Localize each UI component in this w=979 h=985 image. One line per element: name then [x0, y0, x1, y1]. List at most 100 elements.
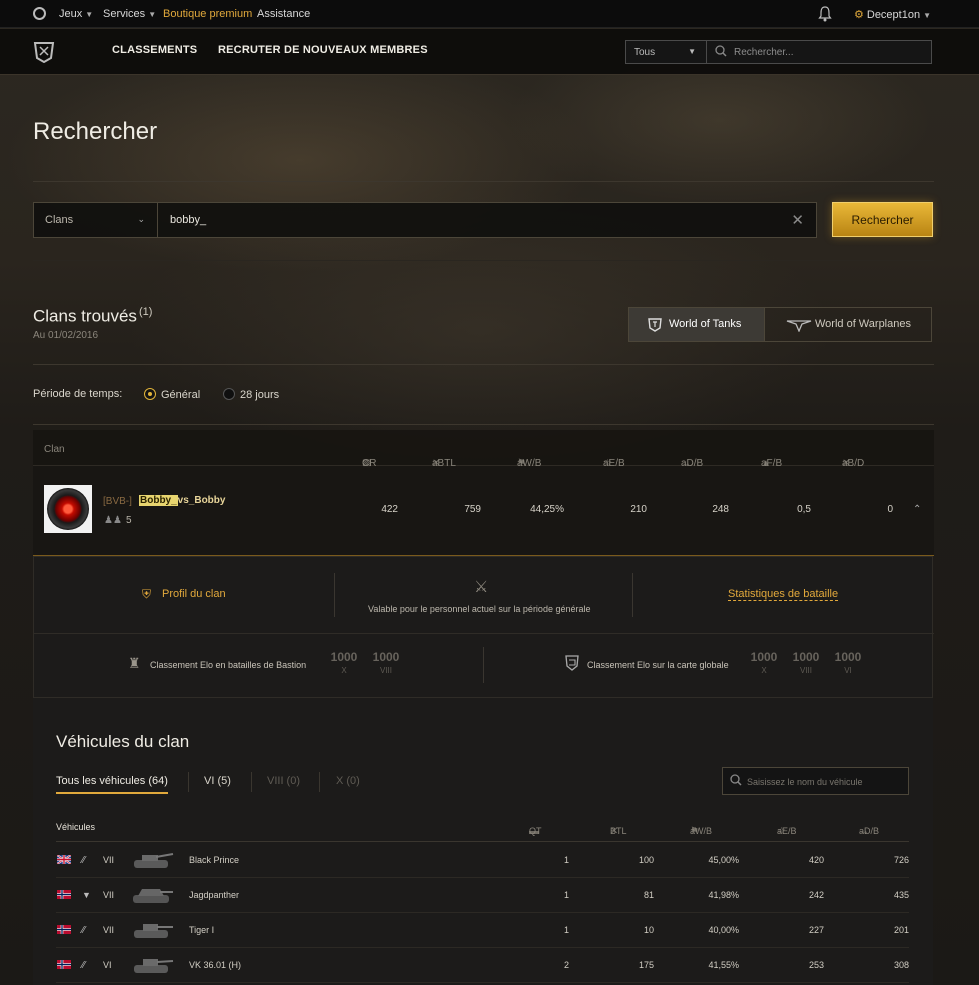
vehicle-tier: VII: [103, 925, 115, 935]
tab-tier-x: X (0): [336, 775, 360, 787]
table-row[interactable]: ⁄⁄ VII Black Prince 1 100 45,00% 420 726: [56, 843, 909, 878]
chevron-down-icon: ▼: [85, 10, 94, 19]
tab-world-of-warplanes-label: World of Warplanes: [815, 318, 911, 330]
tank-image: [134, 924, 173, 938]
divider: [632, 573, 633, 617]
vehicle-tier: VII: [103, 855, 115, 865]
clan-aeb: 210: [630, 504, 647, 515]
vehicle-awb: 41,55%: [708, 960, 739, 970]
table-row[interactable]: ⁄⁄ VII Tiger I 1 10 40,00% 227 201: [56, 913, 909, 948]
vehicle-awb: 40,00%: [708, 925, 739, 935]
elo-tier: VI: [844, 666, 852, 675]
rankings-link[interactable]: CLASSEMENTS: [112, 44, 197, 56]
results-title: Clans trouvés (1): [33, 306, 152, 327]
services-menu[interactable]: Services ▼: [103, 8, 156, 20]
search-button[interactable]: Rechercher: [832, 202, 933, 237]
elo-tier: X: [761, 666, 767, 675]
notification-bell-icon[interactable]: [818, 6, 832, 22]
chevron-down-icon: ▼: [923, 11, 932, 20]
map-elo-x: 1000 X: [747, 650, 781, 675]
vehicle-name: Black Prince: [189, 855, 240, 865]
global-map-elo-label: Classement Elo sur la carte globale: [587, 660, 729, 670]
chevron-down-icon: ▼: [688, 47, 696, 56]
collapse-row-icon[interactable]: ⌃: [913, 504, 921, 515]
tank-image: [133, 889, 173, 903]
vehicle-adb: 201: [893, 925, 909, 935]
elo-value: 1000: [372, 650, 400, 664]
vehicle-aeb: 242: [808, 890, 824, 900]
clan-result-row[interactable]: [BVB-] Bobby_vs_Bobby ♟♟ 5 422 759 44,25%…: [33, 466, 934, 556]
vehicle-btl: 175: [638, 960, 654, 970]
bastion-elo-x: 1000 X: [327, 650, 361, 675]
search-scope-select[interactable]: Tous ▼: [625, 40, 707, 64]
vehicle-awb: 41,98%: [708, 890, 739, 900]
world-of-warplanes-icon: [786, 320, 812, 332]
clan-abtl: 759: [464, 504, 481, 515]
tab-world-of-tanks[interactable]: World of Tanks: [629, 308, 764, 341]
clan-emblem-image: [47, 488, 89, 530]
clan-tag: [BVB-]: [103, 496, 132, 507]
clear-search-icon[interactable]: ✕: [791, 211, 804, 229]
recruit-members-link[interactable]: RECRUTER DE NOUVEAUX MEMBRES: [218, 44, 428, 56]
vehicle-search-input[interactable]: Saisissez le nom du véhicule: [722, 767, 909, 795]
vehicle-btl: 81: [643, 890, 654, 900]
member-count: ♟♟ 5: [104, 515, 132, 526]
col-vehicles[interactable]: Véhicules: [56, 822, 95, 832]
user-menu[interactable]: ⚙ Decept1on ▼: [854, 8, 931, 21]
elo-value: 1000: [330, 650, 358, 664]
global-top-bar: Jeux ▼ Services ▼ Boutique premium Assista…: [0, 0, 979, 28]
table-row[interactable]: ▼ VII Jagdpanther 1 81 41,98% 242 435: [56, 878, 909, 913]
vehicle-search-placeholder: Saisissez le nom du véhicule: [747, 777, 863, 787]
clan-awb: 44,25%: [530, 504, 564, 515]
vehicle-name: Tiger I: [189, 925, 215, 935]
premium-shop-link[interactable]: Boutique premium: [163, 8, 252, 20]
games-menu-label: Jeux: [59, 8, 83, 20]
tab-all-vehicles[interactable]: Tous les véhicules (64): [56, 775, 168, 794]
battle-stats-link[interactable]: Statistiques de bataille: [728, 588, 839, 601]
vehicle-tier: VI: [103, 960, 112, 970]
header-search-input[interactable]: Rechercher...: [706, 40, 932, 64]
clan-name[interactable]: Bobby_vs_Bobby: [139, 495, 225, 506]
clans-portal-emblem-icon[interactable]: [32, 39, 56, 63]
support-link[interactable]: Assistance: [257, 8, 310, 20]
clan-name-rest: vs_Bobby: [177, 495, 226, 506]
col-clan[interactable]: Clan: [44, 444, 65, 455]
elo-tier: VIII: [799, 666, 812, 675]
services-menu-label: Services: [103, 8, 146, 20]
divider: [33, 424, 934, 425]
period-28-days-label[interactable]: 28 jours: [240, 389, 279, 401]
search-scope-value: Tous: [634, 47, 656, 58]
vehicle-aeb: 420: [808, 855, 824, 865]
clan-abd: 0: [887, 504, 893, 515]
clan-afb: 0,5: [797, 504, 811, 515]
clan-adb: 248: [712, 504, 729, 515]
games-menu[interactable]: Jeux ▼: [59, 8, 93, 20]
clan-cr: 422: [381, 504, 398, 515]
tab-world-of-warplanes[interactable]: World of Warplanes: [764, 308, 931, 341]
tab-tier-vi[interactable]: VI (5): [204, 775, 231, 787]
period-general-label[interactable]: Général: [161, 389, 200, 401]
tab-world-of-tanks-label: World of Tanks: [669, 318, 742, 330]
period-general-radio[interactable]: [144, 388, 156, 400]
divider: [33, 181, 934, 182]
clan-emblem[interactable]: [44, 485, 92, 533]
global-map-icon: [565, 655, 579, 671]
norway-flag-icon: [57, 925, 71, 934]
clan-search-input[interactable]: bobby_: [170, 214, 206, 226]
chevron-down-icon: ▼: [148, 10, 157, 19]
col-vawb-label: aW/B: [690, 826, 713, 836]
search-type-select[interactable]: Clans ⌄: [34, 203, 158, 237]
clan-table-header: Clan ▩ CR ✕ aBTL ⚑ aW/B ☆ aE/B → aD/B ▲ aF/B ✕…: [33, 430, 934, 469]
world-of-tanks-icon: [648, 318, 662, 332]
period-28-days-radio[interactable]: [223, 388, 235, 400]
vehicle-adb: 726: [893, 855, 909, 865]
clan-profile-link[interactable]: Profil du clan: [162, 588, 226, 600]
period-label: Période de temps:: [33, 388, 123, 400]
heavy-tank-icon: ⁄⁄: [82, 855, 86, 866]
vehicles-title: Véhicules du clan: [56, 732, 190, 751]
map-elo-vi: 1000 VI: [831, 650, 865, 675]
clan-search-bar: Clans ⌄ bobby_ ✕: [33, 202, 817, 238]
wargaming-logo-icon[interactable]: [33, 7, 46, 20]
table-row[interactable]: ⁄⁄ VI VK 36.01 (H) 2 175 41,55% 253 308: [56, 948, 909, 983]
heavy-tank-icon: ⁄⁄: [82, 925, 86, 936]
